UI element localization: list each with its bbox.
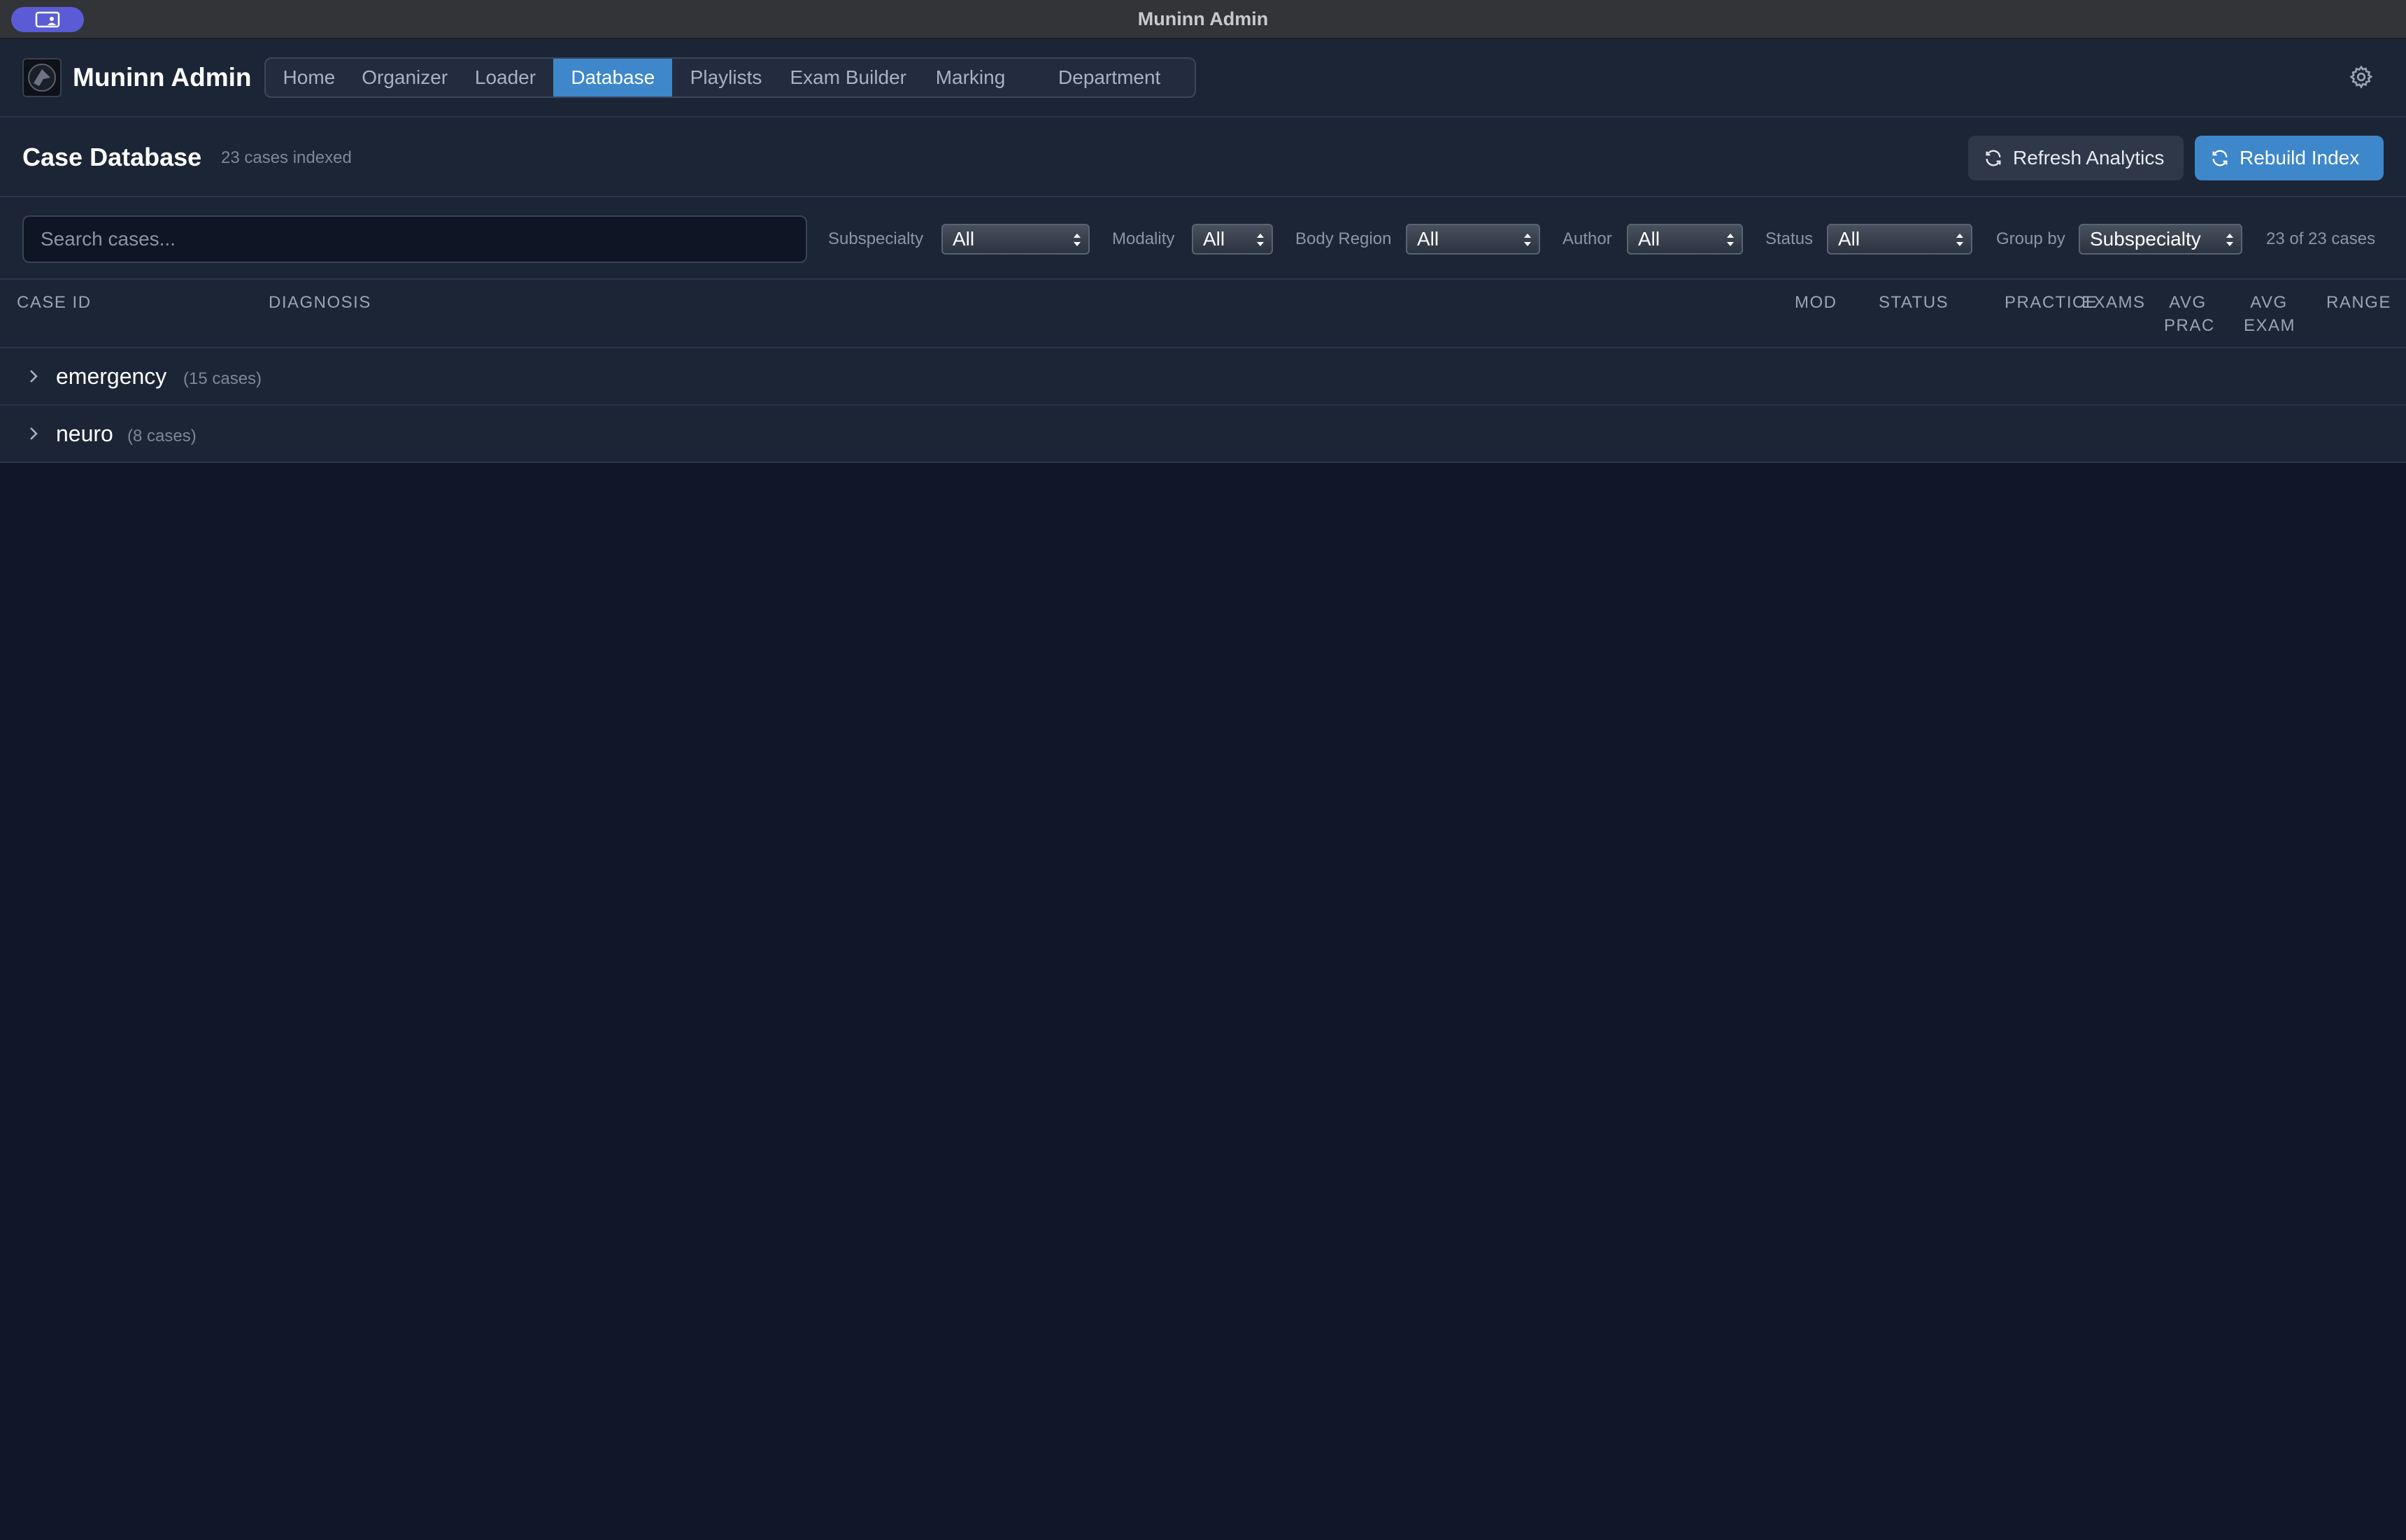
tab-label: Playlists <box>690 66 762 88</box>
author-value: All <box>1638 228 1660 250</box>
tab-label: Home <box>283 66 336 88</box>
screen-share-indicator[interactable] <box>11 7 84 32</box>
group-by-label: Group by <box>1996 229 2065 248</box>
subspecialty-select[interactable]: All <box>941 224 1090 255</box>
app-name: Muninn Admin <box>73 63 252 92</box>
rebuild-index-button[interactable]: Rebuild Index <box>2195 136 2384 180</box>
refresh-analytics-label: Refresh Analytics <box>2013 147 2165 169</box>
group-name: emergency <box>56 364 167 389</box>
tab-loader[interactable]: Loader <box>457 59 554 97</box>
select-arrows-icon <box>1727 234 1734 246</box>
column-avg-exam-line1: AVG <box>2250 293 2288 312</box>
tab-organizer[interactable]: Organizer <box>353 59 457 97</box>
modality-select[interactable]: All <box>1192 224 1273 255</box>
column-case-id[interactable]: CASE ID <box>17 291 92 314</box>
modality-value: All <box>1203 228 1225 250</box>
tab-label: Loader <box>474 66 536 88</box>
refresh-icon <box>1986 150 2001 166</box>
tab-label: Database <box>571 66 655 88</box>
tab-label: Marking <box>935 66 1006 88</box>
result-count: 23 of 23 cases <box>2266 229 2376 248</box>
column-range[interactable]: RANGE <box>2326 291 2391 314</box>
column-avg-exam[interactable]: AVG EXAM <box>2244 291 2296 337</box>
page-title: Case Database <box>22 143 202 171</box>
tab-department[interactable]: Department <box>1024 59 1195 97</box>
settings-button[interactable] <box>2347 63 2375 91</box>
window-title: Muninn Admin <box>1137 8 1269 29</box>
select-arrows-icon <box>1074 234 1081 246</box>
app-logo <box>22 58 62 97</box>
column-diagnosis[interactable]: DIAGNOSIS <box>269 291 371 314</box>
refresh-analytics-button[interactable]: Refresh Analytics <box>1968 136 2184 180</box>
column-avg-prac-line1: AVG <box>2169 293 2207 312</box>
tab-home[interactable]: Home <box>266 59 353 97</box>
chevron-right-icon[interactable] <box>27 368 41 385</box>
status-value: All <box>1838 228 1860 250</box>
select-arrows-icon <box>1956 234 1963 246</box>
filter-bar: Subspecialty All Modality All Body Regio… <box>0 197 2406 280</box>
cases-indexed-count: 23 cases indexed <box>221 148 352 167</box>
column-modality[interactable]: MOD <box>1795 291 1837 314</box>
search-input[interactable] <box>22 215 807 263</box>
tab-label: Exam Builder <box>790 66 907 88</box>
select-arrows-icon <box>2226 234 2233 246</box>
modality-label: Modality <box>1112 229 1175 248</box>
select-arrows-icon <box>1524 234 1531 246</box>
group-row-emergency[interactable]: emergency (15 cases) <box>0 348 2406 406</box>
author-label: Author <box>1563 229 1612 248</box>
raven-logo-icon <box>28 64 56 92</box>
body-region-label: Body Region <box>1295 229 1392 248</box>
column-status[interactable]: STATUS <box>1879 291 1949 314</box>
subspecialty-value: All <box>953 228 975 250</box>
tab-label: Organizer <box>362 66 448 88</box>
main-tabs: Home Organizer Loader Database Playlists… <box>264 57 1196 98</box>
status-label: Status <box>1765 229 1814 248</box>
subspecialty-label: Subspecialty <box>828 229 924 248</box>
column-exams[interactable]: EXAMS <box>2081 291 2146 314</box>
refresh-icon <box>2212 150 2228 166</box>
table-header: CASE ID DIAGNOSIS MOD STATUS PRACTICE EX… <box>0 280 2406 348</box>
page-header: Case Database 23 cases indexed Refresh A… <box>0 117 2406 197</box>
group-name: neuro <box>56 421 113 446</box>
column-avg-prac-line2: PRAC <box>2164 316 2215 335</box>
gear-icon <box>2349 65 2373 89</box>
select-arrows-icon <box>1257 234 1264 246</box>
tab-playlists[interactable]: Playlists <box>672 59 780 97</box>
group-by-value: Subspecialty <box>2090 228 2201 250</box>
screen-share-icon <box>35 11 60 28</box>
rebuild-index-label: Rebuild Index <box>2240 147 2360 169</box>
column-avg-exam-line2: EXAM <box>2244 316 2296 335</box>
group-row-neuro[interactable]: neuro (8 cases) <box>0 406 2406 463</box>
author-select[interactable]: All <box>1627 224 1743 255</box>
tab-marking[interactable]: Marking <box>917 59 1025 97</box>
group-count: (8 cases) <box>127 427 197 445</box>
top-nav: Muninn Admin Home Organizer Loader Datab… <box>0 39 2406 117</box>
status-select[interactable]: All <box>1827 224 1972 255</box>
tab-database[interactable]: Database <box>553 59 673 97</box>
column-avg-prac[interactable]: AVG PRAC <box>2164 291 2215 337</box>
tab-exam-builder[interactable]: Exam Builder <box>780 59 917 97</box>
body-region-value: All <box>1417 228 1439 250</box>
group-count: (15 cases) <box>183 369 262 388</box>
window-titlebar: Muninn Admin <box>0 0 2406 39</box>
tab-label: Department <box>1058 66 1161 88</box>
body-region-select[interactable]: All <box>1406 224 1540 255</box>
group-by-select[interactable]: Subspecialty <box>2079 224 2242 255</box>
chevron-right-icon[interactable] <box>27 425 41 442</box>
